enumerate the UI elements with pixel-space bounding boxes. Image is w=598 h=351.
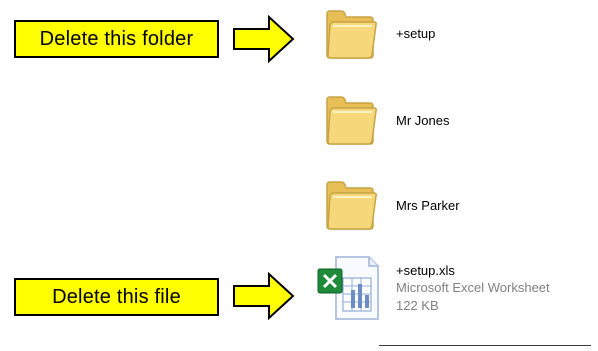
folder-icon [326,96,377,145]
delete-file-callout-text: Delete this file [52,285,181,308]
excel-file-icon [317,256,379,320]
delete-file-callout: Delete this file [14,278,219,316]
delete-folder-callout: Delete this folder [14,20,219,58]
folder-icon [326,10,377,59]
folder-name-mrs-parker: Mrs Parker [396,198,460,213]
delete-folder-callout-text: Delete this folder [39,27,194,50]
pane-border [379,345,591,346]
folder-icon [326,181,377,230]
arrow-right-icon [233,14,295,64]
arrow-right-icon [233,271,295,321]
folder-name-mr-jones: Mr Jones [396,113,450,128]
file-name: +setup.xls [396,263,455,278]
folder-name-setup: +setup [396,26,436,41]
file-type: Microsoft Excel Worksheet [396,280,550,295]
file-size: 122 KB [396,298,439,313]
